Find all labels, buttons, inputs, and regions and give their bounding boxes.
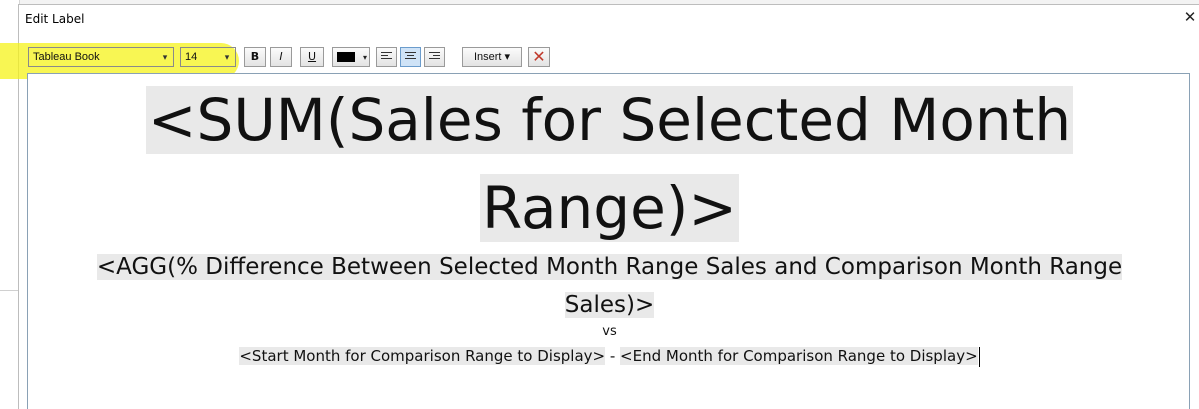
difference-field-token: <AGG(% Difference Between Selected Month…	[96, 254, 1123, 280]
range-separator: -	[605, 347, 621, 365]
sales-field-line: <SUM(Sales for Selected Month Range)>	[28, 76, 1189, 252]
align-center-icon	[405, 52, 416, 62]
label-text-editor[interactable]: <SUM(Sales for Selected Month Range)> <A…	[27, 73, 1190, 409]
end-month-field-token: <End Month for Comparison Range to Displ…	[620, 347, 978, 365]
font-size-value: 14	[185, 51, 198, 63]
chevron-down-icon: ▾	[162, 52, 168, 62]
vs-text: vs	[602, 324, 617, 339]
align-center-button[interactable]	[400, 47, 421, 67]
font-family-dropdown[interactable]: Tableau Book ▾	[28, 47, 174, 67]
dialog-titlebar: Edit Label ✕	[19, 5, 1199, 31]
close-icon[interactable]: ✕	[1180, 9, 1199, 29]
underline-label: U	[307, 50, 317, 63]
background-divider	[0, 290, 20, 291]
chevron-down-icon: ▾	[362, 53, 367, 62]
clear-formatting-icon[interactable]: ✕	[528, 47, 550, 67]
formatting-toolbar: Tableau Book ▾ 14 ▾ B I U ▾ Insert ▾ ✕	[19, 43, 1199, 69]
align-left-icon	[381, 52, 392, 62]
insert-button[interactable]: Insert ▾	[462, 47, 522, 67]
font-size-dropdown[interactable]: 14 ▾	[180, 47, 236, 67]
align-right-icon	[429, 52, 440, 62]
start-month-field-token: <Start Month for Comparison Range to Dis…	[239, 347, 606, 365]
bold-button[interactable]: B	[244, 47, 266, 67]
edit-label-dialog: Edit Label ✕ Tableau Book ▾ 14 ▾ B I U ▾…	[0, 4, 1199, 409]
align-left-button[interactable]	[376, 47, 397, 67]
difference-field-token-cont: Sales)>	[564, 292, 655, 318]
dialog-title: Edit Label	[25, 12, 85, 26]
comparison-range-line: <Start Month for Comparison Range to Dis…	[28, 343, 1189, 369]
underline-button[interactable]: U	[300, 47, 324, 67]
editor-content: <SUM(Sales for Selected Month Range)> <A…	[28, 76, 1189, 369]
align-right-button[interactable]	[424, 47, 445, 67]
sales-field-token-cont: Range)>	[479, 174, 740, 242]
sales-field-token: <SUM(Sales for Selected Month	[145, 86, 1074, 154]
color-swatch	[337, 52, 355, 62]
chevron-down-icon: ▾	[224, 52, 230, 62]
text-cursor	[978, 346, 980, 367]
difference-field-line: <AGG(% Difference Between Selected Month…	[28, 248, 1189, 324]
text-color-picker[interactable]: ▾	[332, 47, 370, 67]
italic-button[interactable]: I	[270, 47, 292, 67]
font-family-value: Tableau Book	[33, 51, 100, 63]
